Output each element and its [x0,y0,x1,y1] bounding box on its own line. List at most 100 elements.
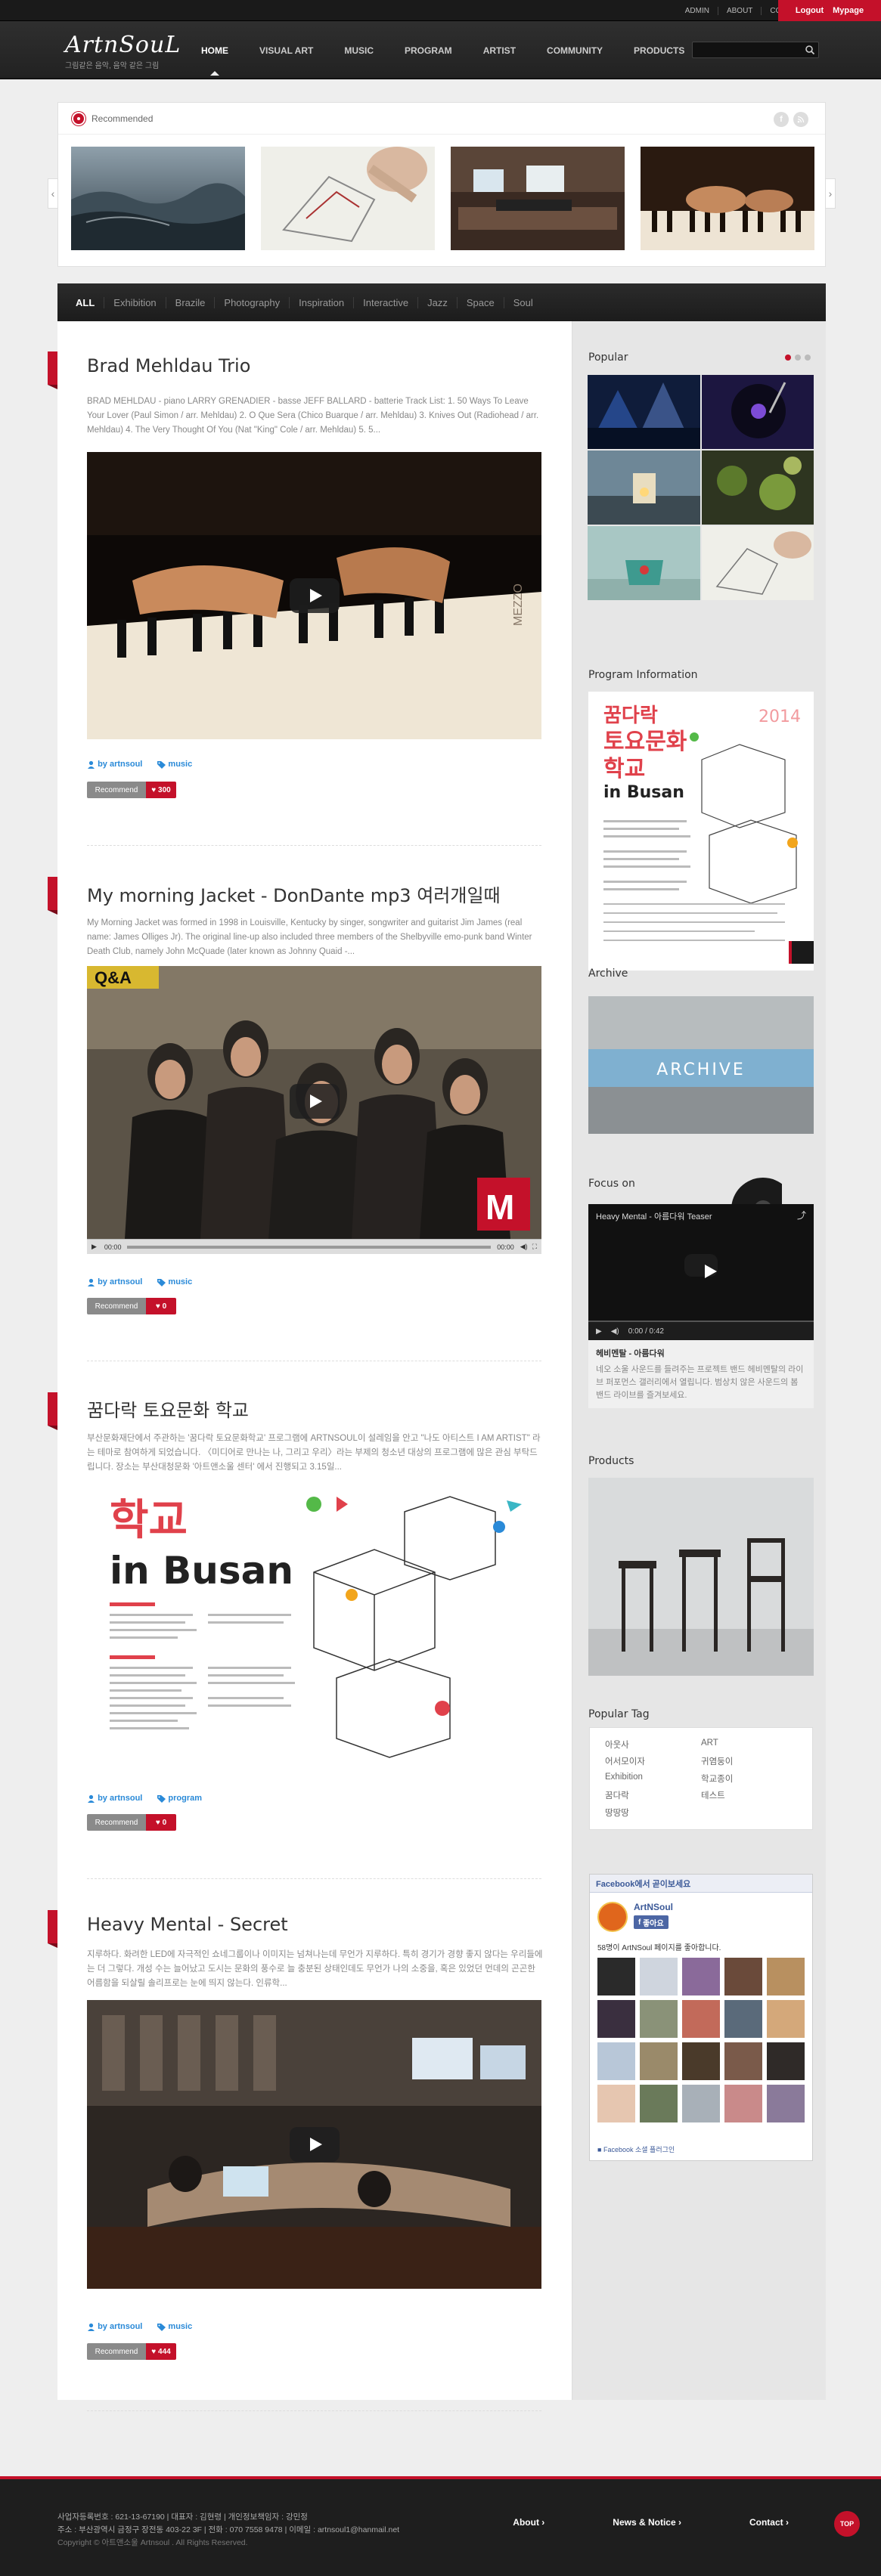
popular-thumb-teacup[interactable] [588,526,700,600]
recommend-button[interactable]: Recommend [87,1298,146,1314]
filter-all[interactable]: ALL [76,297,104,308]
footer-contact-link[interactable]: Contact › [715,2517,789,2528]
footer-news-link[interactable]: News & Notice › [579,2517,681,2528]
post-title[interactable]: Heavy Mental - Secret [87,1914,288,1935]
fan-avatar[interactable] [724,1958,762,1995]
tag-link[interactable]: 테스트 [701,1789,797,1801]
nav-program[interactable]: PROGRAM [405,45,452,56]
post-author-link[interactable]: by artnsoul [87,1277,142,1286]
search-icon[interactable] [805,45,815,55]
fan-avatar[interactable] [767,2042,805,2080]
post-author-link[interactable]: by artnsoul [87,1794,142,1803]
recommended-thumb-piano[interactable] [641,147,814,250]
popular-thumb-sketch[interactable] [701,526,814,600]
filter-soul[interactable]: Soul [503,296,542,308]
fan-avatar[interactable] [724,2042,762,2080]
fan-avatar[interactable] [640,2085,678,2122]
pager-dot[interactable] [785,355,791,361]
mypage-link[interactable]: Mypage [828,6,868,15]
tag-link[interactable]: 귀염둥이 [701,1755,797,1767]
post-category-link[interactable]: music [157,2322,192,2331]
nav-artist[interactable]: ARTIST [483,45,516,56]
popular-thumb-lamp[interactable] [588,450,700,525]
popular-thumb-concert[interactable] [588,375,700,449]
fan-avatar[interactable] [597,2085,635,2122]
post-video[interactable] [87,2000,541,2289]
post-author-link[interactable]: by artnsoul [87,2322,142,2331]
facebook-page-avatar[interactable] [597,1902,628,1932]
facebook-plugin-label[interactable]: ■ Facebook 소셜 플러그인 [597,2144,675,2154]
post-category-link[interactable]: program [157,1794,202,1803]
tag-link[interactable]: ART [701,1738,797,1751]
fan-avatar[interactable] [640,2000,678,2038]
post-title[interactable]: My morning Jacket - DonDante mp3 여러개일때 [87,881,501,907]
share-icon[interactable]: ⤴ [797,1209,806,1221]
filter-interactive[interactable]: Interactive [353,296,417,308]
carousel-prev-button[interactable]: ‹ [48,178,58,209]
nav-visual-art[interactable]: VISUAL ART [259,45,313,56]
nav-products[interactable]: PRODUCTS [634,45,684,56]
fan-avatar[interactable] [640,2042,678,2080]
tag-link[interactable]: Exhibition [605,1773,701,1785]
post-video[interactable]: MEZZO [87,452,541,739]
post-video[interactable]: Q&A M ▶ 00:00 00:00 ◀) ⛶ [87,966,541,1254]
fan-avatar[interactable] [597,1958,635,1995]
program-poster[interactable]: 꿈다락 토요문화 학교 in Busan 2014 [588,692,814,971]
fan-avatar[interactable] [597,2000,635,2038]
products-image[interactable] [588,1478,814,1676]
volume-icon[interactable]: ◀) [520,1243,528,1251]
fan-avatar[interactable] [682,2042,720,2080]
popular-thumb-plants[interactable] [701,450,814,525]
like-count[interactable]: ♥ 300 [146,782,176,798]
footer-about-link[interactable]: About › [479,2517,544,2528]
fan-avatar[interactable] [724,2000,762,2038]
nav-home[interactable]: HOME [201,45,228,76]
archive-banner[interactable]: ARCHIVE [588,996,814,1134]
like-count[interactable]: ♥ 444 [146,2343,176,2360]
tag-link[interactable]: 꿈다락 [605,1789,701,1801]
focus-video[interactable]: Heavy Mental - 아름다워 Teaser ⤴ ▶ ◀) 0:00 /… [588,1204,814,1340]
fan-avatar[interactable] [682,1958,720,1995]
tag-link[interactable]: 아웃사 [605,1738,701,1751]
post-category-link[interactable]: music [157,1277,192,1286]
fan-avatar[interactable] [597,2042,635,2080]
logout-link[interactable]: Logout [791,6,828,15]
focus-caption-title[interactable]: 헤비멘탈 - 아름다워 [596,1348,806,1361]
popular-thumb-turntable[interactable] [701,375,814,449]
video-play-icon[interactable]: ▶ [92,1243,97,1251]
site-logo[interactable]: ArtnSouL 그림같은 음악, 음악 같은 그림 [65,32,181,70]
recommend-button[interactable]: Recommend [87,2343,146,2360]
video-play-button[interactable] [289,578,340,613]
fan-avatar[interactable] [767,2085,805,2122]
tag-link[interactable]: 땅땅땅 [605,1807,701,1819]
recommended-thumb-seascape[interactable] [71,147,245,250]
fullscreen-icon[interactable]: ⛶ [532,1243,537,1251]
facebook-page-name[interactable]: ArtNSoul [634,1902,673,1912]
focus-volume-icon[interactable]: ◀) [611,1327,619,1336]
recommended-thumb-drawing[interactable] [261,147,435,250]
filter-jazz[interactable]: Jazz [417,296,457,308]
post-author-link[interactable]: by artnsoul [87,760,142,769]
recommended-thumb-studio[interactable] [451,147,625,250]
filter-photography[interactable]: Photography [214,296,289,308]
video-play-button[interactable] [289,2127,340,2162]
pager-dot[interactable] [805,355,811,361]
post-title[interactable]: Brad Mehldau Trio [87,355,250,376]
nav-music[interactable]: MUSIC [344,45,374,56]
post-poster-image[interactable]: 학교 in Busan [87,1482,541,1770]
fan-avatar[interactable] [767,2000,805,2038]
recommend-button[interactable]: Recommend [87,782,146,798]
video-progress-track[interactable] [127,1245,492,1249]
fan-avatar[interactable] [724,2085,762,2122]
post-category-link[interactable]: music [157,760,192,769]
like-count[interactable]: ♥ 0 [146,1814,176,1831]
fan-avatar[interactable] [767,1958,805,1995]
tag-link[interactable]: 학교종이 [701,1773,797,1785]
fan-avatar[interactable] [682,2000,720,2038]
filter-inspiration[interactable]: Inspiration [289,296,353,308]
like-count[interactable]: ♥ 0 [146,1298,176,1314]
carousel-next-button[interactable]: › [825,178,836,209]
recommend-button[interactable]: Recommend [87,1814,146,1831]
facebook-icon[interactable]: f [774,112,789,127]
fan-avatar[interactable] [640,1958,678,1995]
